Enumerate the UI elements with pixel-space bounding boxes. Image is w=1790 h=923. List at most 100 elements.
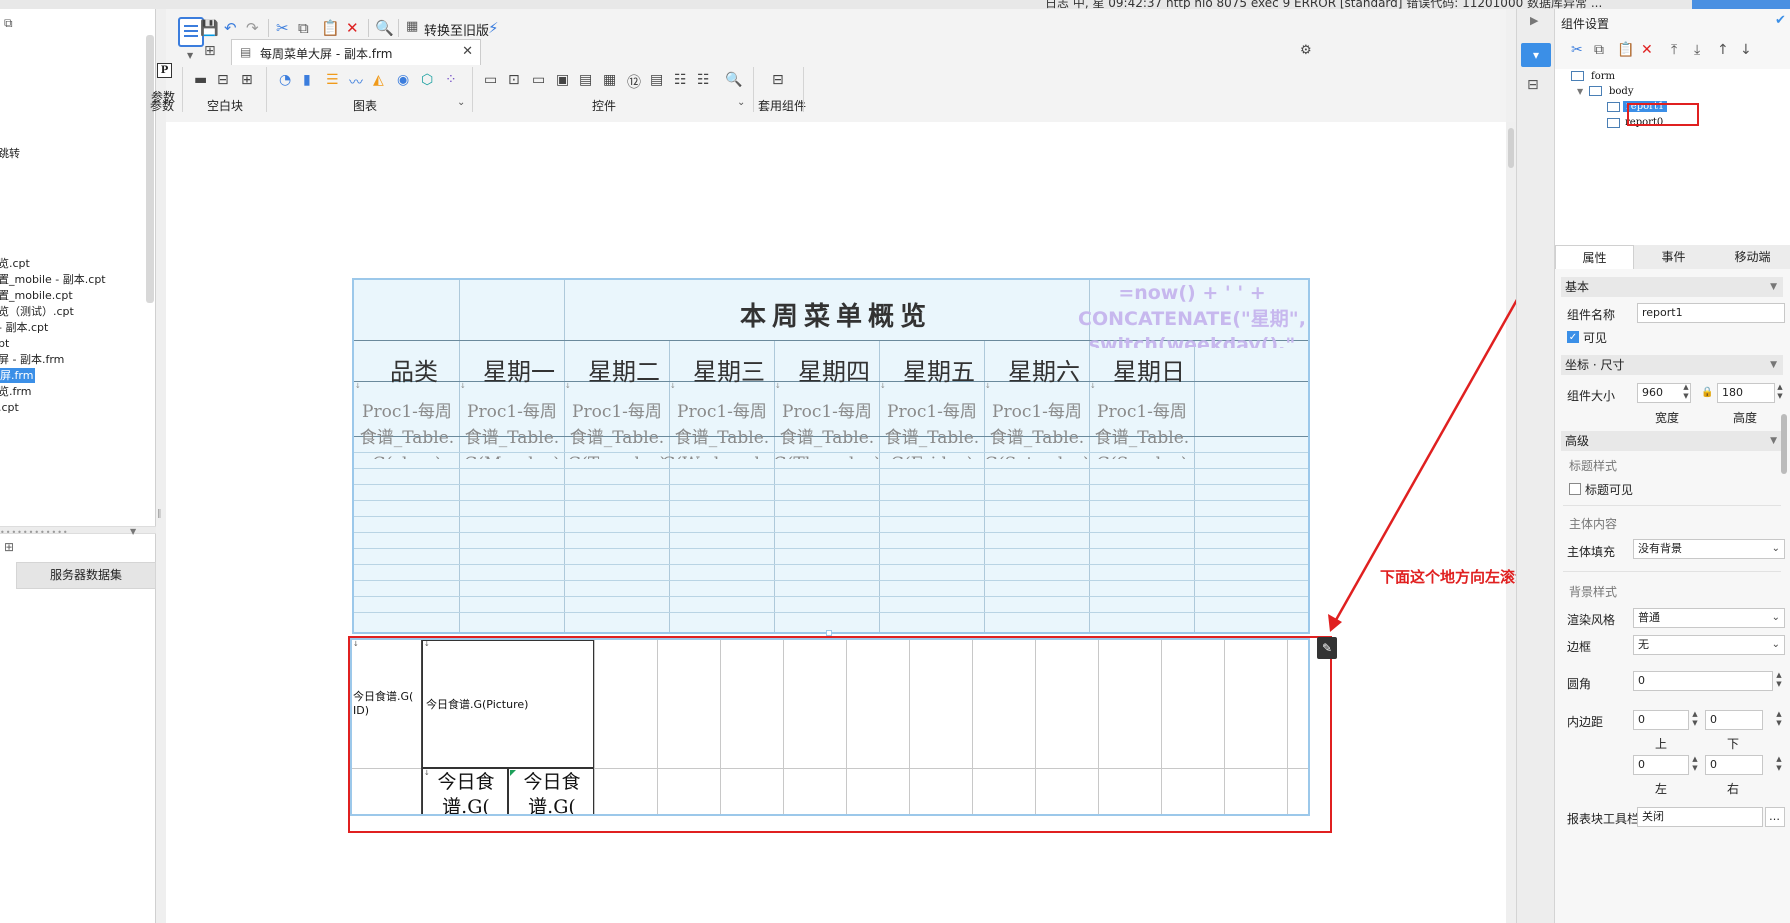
lock-icon[interactable]: 🔒 <box>1701 387 1713 398</box>
tab-events[interactable]: 事件 <box>1634 245 1713 269</box>
padding-left-stepper[interactable]: ▲ ▼ <box>1690 755 1700 775</box>
tree-node-body[interactable]: body <box>1609 86 1633 97</box>
list-widget-icon[interactable]: ▤ <box>579 72 592 88</box>
plugin-icon[interactable]: ⚡ <box>488 19 499 37</box>
hbar-chart-icon[interactable]: ☰ <box>326 72 339 88</box>
padding-bottom-input[interactable]: 0 <box>1705 710 1763 730</box>
param-icon[interactable]: P <box>157 63 172 78</box>
data-cell[interactable]: Proc1-每周食谱_Table. G(Wednesday) <box>662 399 782 459</box>
server-dataset-tab[interactable]: 服务器数据集 <box>16 562 156 589</box>
move-down-icon[interactable]: ↓ <box>1740 42 1752 58</box>
date-formula-cell[interactable]: =now() + ' ' + CONCATENATE("星期", switch(… <box>1076 280 1308 348</box>
section-size[interactable]: 坐标 · 尺寸 ▼ <box>1561 355 1783 375</box>
label-widget-icon[interactable]: ▭ <box>484 72 497 88</box>
padding-bottom-stepper[interactable]: ▲ ▼ <box>1774 710 1784 730</box>
number-widget-icon[interactable]: ⑫ <box>627 72 641 92</box>
preview-icon[interactable]: 🔍 <box>375 19 394 37</box>
redo-icon[interactable]: ↷ <box>246 19 259 37</box>
section-advanced[interactable]: 高级 ▼ <box>1561 431 1783 451</box>
textarea-widget-icon[interactable]: ▤ <box>650 72 663 88</box>
header-cell[interactable]: 星期五 <box>879 352 999 387</box>
list-item[interactable]: 跳转 <box>0 146 20 161</box>
chevron-down-icon[interactable]: ⌄ <box>737 97 745 108</box>
visible-checkbox[interactable]: ✓ <box>1567 331 1579 343</box>
paste-icon[interactable]: 📋 <box>321 19 340 37</box>
data-cell[interactable]: Proc1-每周食谱_Table. G(Monday) <box>452 399 572 459</box>
section-basic[interactable]: 基本 ▼ <box>1561 277 1783 297</box>
grid-icon[interactable]: ⊞ <box>204 43 216 59</box>
split-block-icon[interactable]: ⊟ <box>217 72 229 88</box>
convert-to-legacy-button[interactable]: 转换至旧版 <box>424 20 489 39</box>
move-top-icon[interactable]: ⤒ <box>1671 42 1677 58</box>
list-item[interactable]: pt <box>0 336 9 351</box>
chevron-down-icon[interactable]: ▼ <box>1577 87 1583 96</box>
radius-stepper[interactable]: ▲ ▼ <box>1774 671 1784 691</box>
bar-chart-icon[interactable]: ▮ <box>303 72 311 88</box>
save-icon[interactable]: 💾 <box>200 19 219 37</box>
search-widget-icon[interactable]: 🔍 <box>725 72 742 88</box>
height-input[interactable]: 180 <box>1717 383 1775 403</box>
scroll-thumb[interactable] <box>1508 128 1514 168</box>
cut-icon[interactable]: ✂ <box>1571 42 1583 58</box>
settings-icon[interactable]: ⚙ <box>1300 43 1312 58</box>
combo-widget-icon[interactable]: ▣ <box>556 72 569 88</box>
header-cell[interactable]: 星期四 <box>774 352 894 387</box>
collapse-icon[interactable]: ▶ <box>1530 14 1538 27</box>
body-fill-select[interactable]: 没有背景 ⌄ <box>1633 539 1785 559</box>
header-cell[interactable]: 星期三 <box>669 352 789 387</box>
delete-icon[interactable]: ✕ <box>346 19 359 37</box>
list-item[interactable]: 屏 - 副本.frm <box>0 352 64 367</box>
list-item[interactable]: 置_mobile.cpt <box>0 288 73 303</box>
chevron-down-icon[interactable]: ▼ <box>187 51 193 60</box>
tree-node-form[interactable]: form <box>1591 71 1615 82</box>
radio-widget-icon[interactable]: ☷ <box>674 72 687 88</box>
scatter-chart-icon[interactable]: ⁘ <box>445 72 457 88</box>
gauge-chart-icon[interactable]: ◉ <box>397 72 409 88</box>
paste-icon[interactable]: 📋 <box>1617 42 1634 58</box>
cut-icon[interactable]: ✂ <box>276 19 289 37</box>
move-bottom-icon[interactable]: ⤓ <box>1694 42 1700 58</box>
header-cell[interactable]: 品类 <box>354 352 474 387</box>
tab-weekly-menu[interactable]: ▤ 每周菜单大屏 - 副本.frm ✕ <box>231 39 481 65</box>
title-visible-checkbox[interactable] <box>1569 483 1581 495</box>
text-widget-icon[interactable]: ⊡ <box>508 72 520 88</box>
check-icon[interactable]: ✔ <box>1775 13 1786 28</box>
chevron-down-icon[interactable]: ⌄ <box>457 97 465 108</box>
dataset-icon[interactable]: ⊞ <box>4 540 14 554</box>
report-toolbar-input[interactable]: 关闭 <box>1637 807 1763 827</box>
data-cell[interactable]: Proc1-每周食谱_Table. G(Sunday) <box>1082 399 1202 459</box>
header-cell[interactable]: 星期一 <box>459 352 579 387</box>
padding-top-stepper[interactable]: ▲ ▼ <box>1690 710 1700 730</box>
list-item[interactable]: 览.cpt <box>0 256 30 271</box>
data-cell[interactable]: Proc1-每周食谱_Table. G(Tuesday) <box>557 399 677 459</box>
data-cell[interactable]: Proc1-每周食谱_Table. G(Thursday) <box>767 399 887 459</box>
panel-scrollbar[interactable] <box>1781 414 1787 474</box>
data-cell[interactable]: Proc1-每周食谱_Table. G(class) <box>354 399 467 459</box>
top-action-button[interactable] <box>1692 0 1790 9</box>
render-style-select[interactable]: 普通 ⌄ <box>1633 608 1785 628</box>
padding-right-stepper[interactable]: ▲ ▼ <box>1774 755 1784 775</box>
list-item[interactable]: 置_mobile - 副本.cpt <box>0 272 106 287</box>
radar-chart-icon[interactable]: ⬡ <box>421 72 433 88</box>
line-chart-icon[interactable]: 〰 <box>349 72 363 92</box>
template-widget-icon[interactable]: ⊟ <box>772 72 784 88</box>
list-item[interactable]: .cpt <box>0 400 19 415</box>
delete-icon[interactable]: ✕ <box>1641 42 1653 58</box>
list-item[interactable]: - 副本.cpt <box>0 320 48 335</box>
edit-icon[interactable]: ✎ <box>1317 637 1337 659</box>
checkbox-widget-icon[interactable]: ☷ <box>697 72 710 88</box>
header-cell[interactable]: 星期日 <box>1089 352 1209 387</box>
copy-icon[interactable]: ⧉ <box>1594 42 1604 58</box>
height-stepper[interactable]: ▲ ▼ <box>1775 383 1785 403</box>
border-select[interactable]: 无 ⌄ <box>1633 635 1785 655</box>
close-icon[interactable]: ✕ <box>462 44 473 59</box>
copy-icon[interactable]: ⧉ <box>298 19 309 37</box>
header-cell[interactable]: 星期六 <box>984 352 1104 387</box>
button-widget-icon[interactable]: ▭ <box>532 72 545 88</box>
component-name-input[interactable]: report1 <box>1637 303 1785 323</box>
padding-right-input[interactable]: 0 <box>1705 755 1763 775</box>
canvas-scrollbar[interactable] <box>1506 122 1516 923</box>
report0-block[interactable]: 本周菜单概览 =now() + ' ' + CONCATENATE("星期", … <box>352 278 1310 634</box>
list-item[interactable]: 览.frm <box>0 384 31 399</box>
pie-chart-icon[interactable]: ◔ <box>279 72 291 88</box>
